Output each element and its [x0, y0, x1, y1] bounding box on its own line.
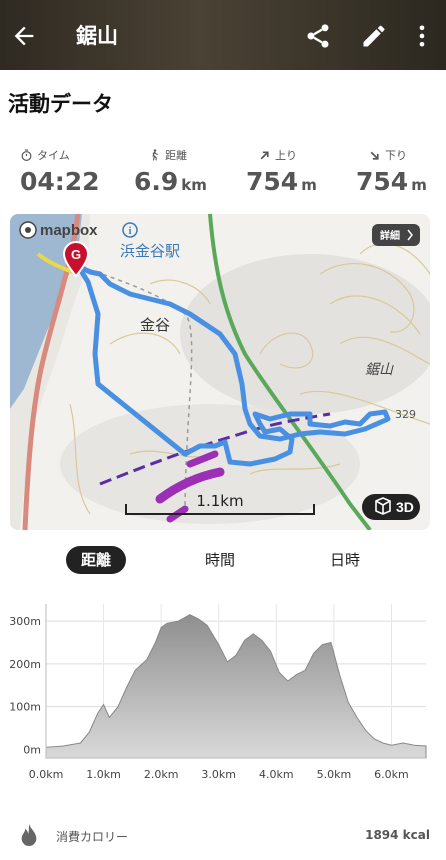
map-scale-label: 1.1km: [196, 492, 243, 510]
x-tick-label: 1.0km: [86, 768, 121, 781]
page-title: 鋸山: [76, 24, 118, 48]
hiker-icon: [152, 149, 158, 161]
x-tick-label: 5.0km: [317, 768, 352, 781]
x-tick-label: 6.0km: [374, 768, 409, 781]
stat-label: タイム: [37, 149, 70, 162]
calorie-value: 1894 kcal: [365, 828, 430, 842]
elevation-chart-svg: 0m 100m 200m 300m 0.0km 1.0km 2.0km 3.0km 4.0km 5…: [9, 604, 427, 781]
x-tick-label: 2.0km: [144, 768, 179, 781]
tab-time[interactable]: 時間: [190, 546, 250, 574]
calorie-label: 消費カロリー: [56, 830, 129, 844]
flame-icon: [21, 824, 37, 846]
route-map[interactable]: G 浜金谷駅 金谷 鋸山 329 mapbox i 詳細 1.1km 3D: [10, 214, 430, 530]
summit-elevation-label: 329: [395, 408, 416, 421]
stat-value: 754: [356, 167, 409, 196]
stat-label: 上り: [275, 149, 297, 162]
map-3d-label: 3D: [396, 499, 414, 515]
stat-time: タイム 04:22: [20, 145, 130, 196]
map-detail-button[interactable]: 詳細: [372, 224, 420, 246]
stopwatch-icon: [21, 148, 32, 161]
stat-descent: 下り 754 m: [356, 145, 446, 196]
area-label: 金谷: [140, 316, 170, 334]
stat-unit: m: [301, 176, 317, 194]
section-title: 活動データ: [8, 92, 113, 116]
arrow-down-right-icon: [370, 151, 379, 160]
stat-value: 6.9: [134, 167, 179, 196]
back-arrow-icon[interactable]: [10, 22, 38, 50]
station-label: 浜金谷駅: [120, 242, 180, 260]
x-tick-label: 3.0km: [201, 768, 236, 781]
svg-text:i: i: [129, 226, 132, 237]
calorie-row: 消費カロリー 1894 kcal: [0, 818, 446, 854]
y-tick-label: 200m: [9, 658, 41, 671]
stat-value: 754: [246, 167, 299, 196]
map-canvas[interactable]: G 浜金谷駅 金谷 鋸山 329 mapbox i 詳細 1.1km 3D: [10, 214, 430, 530]
stat-unit: m: [411, 176, 427, 194]
arrow-up-right-icon: [260, 150, 269, 159]
stat-label: 下り: [385, 149, 407, 162]
map-3d-button[interactable]: 3D: [362, 494, 420, 520]
stat-label: 距離: [165, 149, 187, 162]
map-detail-label: 詳細: [380, 229, 400, 242]
mapbox-label: mapbox: [40, 222, 98, 239]
more-options-icon[interactable]: [408, 22, 436, 50]
y-tick-label: 300m: [9, 615, 41, 628]
stat-distance: 距離 6.9 km: [134, 145, 244, 196]
tab-distance[interactable]: 距離: [66, 546, 126, 574]
share-icon[interactable]: [304, 22, 332, 50]
goal-marker-label: G: [71, 247, 81, 262]
elevation-area: [45, 614, 427, 759]
app-bar: 鋸山: [0, 0, 446, 70]
elevation-chart: 0m 100m 200m 300m 0.0km 1.0km 2.0km 3.0km 4.0km 5…: [0, 594, 446, 790]
chart-tabs: 距離 時間 日時: [0, 546, 446, 576]
x-tick-label: 4.0km: [259, 768, 294, 781]
stat-value: 04:22: [20, 167, 100, 196]
tab-datetime[interactable]: 日時: [315, 546, 375, 574]
y-tick-label: 100m: [9, 701, 41, 714]
edit-pencil-icon[interactable]: [360, 22, 388, 50]
stat-ascent: 上り 754 m: [246, 145, 356, 196]
stat-unit: km: [181, 176, 207, 194]
mountain-label: 鋸山: [365, 362, 394, 378]
y-tick-label: 0m: [23, 743, 41, 756]
x-tick-label: 0.0km: [29, 768, 64, 781]
